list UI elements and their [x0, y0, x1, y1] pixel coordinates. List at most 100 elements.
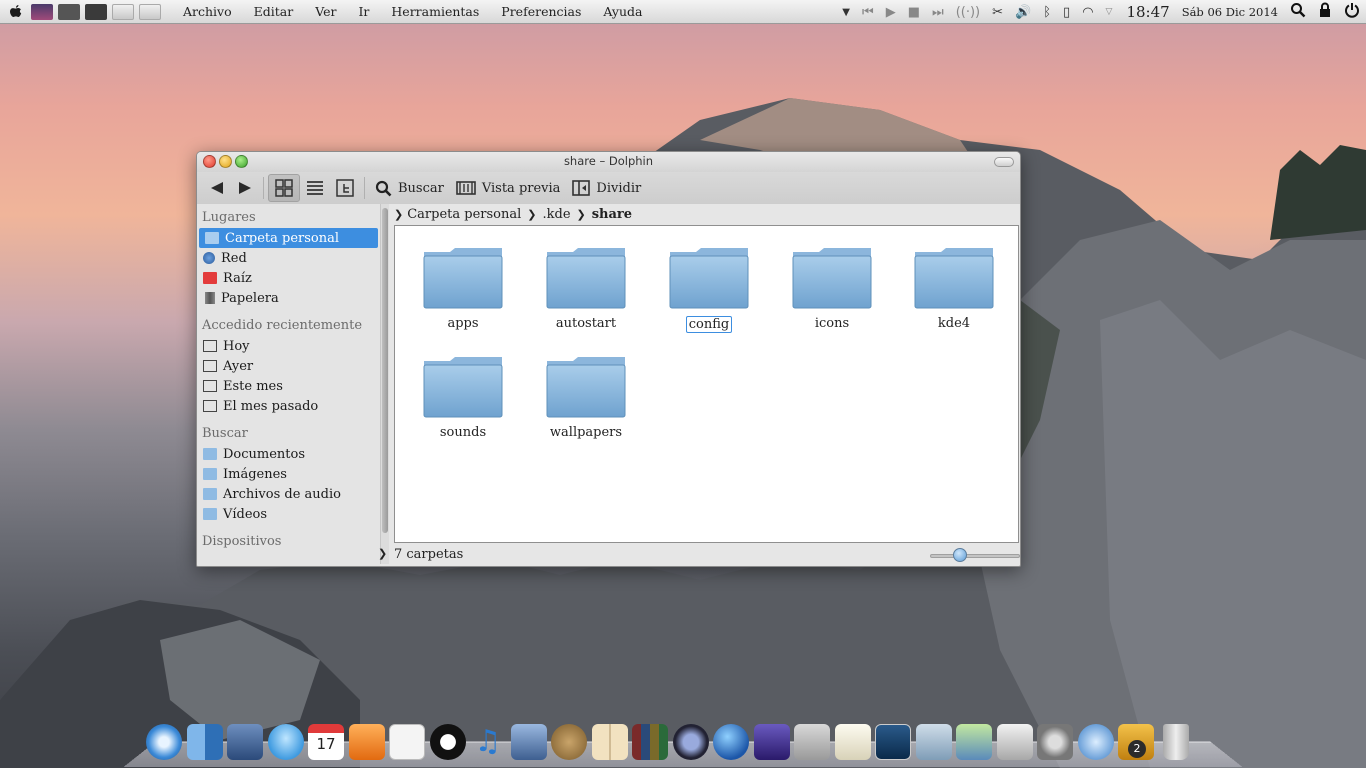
- volume-icon[interactable]: 🔊: [1015, 5, 1031, 20]
- desktop-thumbnail-1-icon[interactable]: [31, 3, 53, 20]
- workspaces-icon[interactable]: 2: [1118, 724, 1154, 760]
- videos-folder-icon: [203, 508, 217, 520]
- sidebar-item-documentos[interactable]: Documentos: [197, 444, 380, 464]
- lock-icon[interactable]: [1318, 2, 1332, 22]
- clock[interactable]: 18:47: [1126, 3, 1169, 21]
- camera-icon[interactable]: [85, 3, 107, 20]
- split-button[interactable]: Dividir: [566, 174, 647, 202]
- wifi-icon[interactable]: ◠: [1082, 5, 1093, 20]
- gimp-icon[interactable]: [551, 724, 587, 760]
- apple-menu-icon[interactable]: [4, 4, 26, 20]
- close-button[interactable]: [203, 155, 216, 168]
- menu-ir[interactable]: Ir: [358, 4, 369, 19]
- sidebar-item-el-mes-pasado[interactable]: El mes pasado: [197, 396, 380, 416]
- sidebar-item-carpeta-personal[interactable]: Carpeta personal: [199, 228, 378, 248]
- next-track-icon[interactable]: ⏭: [932, 5, 944, 20]
- music-icon[interactable]: ♫: [470, 724, 506, 760]
- rss-reader-icon[interactable]: [348, 724, 385, 760]
- maximize-button[interactable]: [235, 155, 248, 168]
- folder-config[interactable]: config: [654, 246, 764, 333]
- downloads-icon[interactable]: [956, 724, 992, 760]
- play-icon[interactable]: ▶: [886, 5, 896, 20]
- text-editor-icon[interactable]: [834, 724, 871, 760]
- power-icon[interactable]: [1344, 2, 1360, 22]
- sidebar-item-raiz[interactable]: Raíz: [197, 268, 380, 288]
- folder-wallpapers[interactable]: wallpapers: [531, 355, 641, 440]
- sidebar-item-red[interactable]: Red: [197, 248, 380, 268]
- minimize-button[interactable]: [219, 155, 232, 168]
- bluetooth-icon[interactable]: ᛒ: [1043, 5, 1051, 20]
- date[interactable]: Sáb 06 Dic 2014: [1182, 5, 1278, 19]
- tray-dropdown-icon[interactable]: ▼: [842, 7, 850, 18]
- menu-preferencias[interactable]: Preferencias: [501, 4, 581, 19]
- folder-icon: [914, 248, 994, 309]
- sidebar-item-este-mes[interactable]: Este mes: [197, 376, 380, 396]
- preview-button[interactable]: Vista previa: [450, 174, 567, 202]
- sidebar-item-imagenes[interactable]: Imágenes: [197, 464, 380, 484]
- sidebar-item-archivos-de-audio[interactable]: Archivos de audio: [197, 484, 380, 504]
- messages-icon[interactable]: [267, 724, 304, 760]
- window-titlebar[interactable]: share – Dolphin: [197, 152, 1020, 172]
- menu-herramientas[interactable]: Herramientas: [391, 4, 479, 19]
- desktop-thumbnail-2-icon[interactable]: [58, 3, 80, 20]
- photo-booth-icon[interactable]: [510, 724, 547, 760]
- scissors-icon[interactable]: ✂: [992, 5, 1003, 20]
- menu-ver[interactable]: Ver: [315, 4, 336, 19]
- zoom-slider[interactable]: [930, 554, 1020, 558]
- library-icon[interactable]: [632, 724, 668, 760]
- broadcast-icon[interactable]: ((·)): [956, 5, 980, 20]
- zoom-slider-handle[interactable]: [953, 548, 967, 562]
- details-view-button[interactable]: [300, 174, 330, 202]
- trash-dock-icon[interactable]: [1162, 724, 1189, 760]
- columns-view-button[interactable]: [330, 174, 360, 202]
- breadcrumb-kde[interactable]: .kde: [542, 207, 570, 222]
- forward-button[interactable]: [231, 174, 259, 202]
- photo-icon[interactable]: [227, 724, 263, 760]
- menu-editar[interactable]: Editar: [254, 4, 294, 19]
- battery-icon[interactable]: ▯: [1063, 5, 1070, 20]
- x11-icon[interactable]: [1077, 724, 1114, 760]
- sidebar-item-ayer[interactable]: Ayer: [197, 356, 380, 376]
- sidebar-scrollbar[interactable]: [380, 204, 389, 564]
- stop-icon[interactable]: ■: [908, 5, 920, 20]
- breadcrumb-carpeta-personal[interactable]: Carpeta personal: [407, 207, 521, 222]
- google-earth-icon[interactable]: [713, 724, 749, 760]
- menu-archivo[interactable]: Archivo: [183, 4, 232, 19]
- back-button[interactable]: [203, 174, 231, 202]
- safari-icon[interactable]: [146, 724, 182, 760]
- activity-monitor-icon[interactable]: [875, 724, 911, 760]
- time-machine-icon[interactable]: [672, 724, 709, 760]
- sidebar-item-papelera[interactable]: Papelera: [197, 288, 380, 308]
- search-icon[interactable]: [1290, 2, 1306, 22]
- launchpad-icon[interactable]: [753, 724, 790, 760]
- tray-expand-icon[interactable]: ▽: [1106, 7, 1113, 17]
- icons-view-button[interactable]: [268, 174, 300, 202]
- calendar-dock-icon[interactable]: 17: [308, 724, 344, 760]
- file-view[interactable]: apps autostart config icons kde4 sounds …: [394, 225, 1019, 543]
- power-dock-icon[interactable]: [429, 724, 466, 760]
- documents-folder-icon: [203, 448, 217, 460]
- chevron-down-icon[interactable]: ❯: [378, 547, 387, 560]
- sidebar-item-videos[interactable]: Vídeos: [197, 504, 380, 524]
- system-preferences-icon[interactable]: [1037, 724, 1073, 760]
- folder-kde4[interactable]: kde4: [899, 246, 1009, 331]
- folder-autostart[interactable]: autostart: [531, 246, 641, 331]
- toolbar-toggle-button[interactable]: [994, 157, 1014, 167]
- finder-icon[interactable]: [186, 724, 223, 760]
- breadcrumb-share[interactable]: share: [592, 207, 632, 222]
- drive-icon[interactable]: [996, 724, 1033, 760]
- desktop-pager-2-icon[interactable]: [139, 3, 161, 20]
- search-button[interactable]: Buscar: [369, 174, 450, 202]
- text-document-icon[interactable]: [389, 724, 425, 760]
- sidebar-scrollbar-thumb[interactable]: [382, 208, 388, 533]
- migration-icon[interactable]: [915, 724, 952, 760]
- menu-ayuda[interactable]: Ayuda: [603, 4, 642, 19]
- folder-apps[interactable]: apps: [408, 246, 518, 331]
- sidebar-item-hoy[interactable]: Hoy: [197, 336, 380, 356]
- desktop-pager-1-icon[interactable]: [112, 3, 134, 20]
- folder-sounds[interactable]: sounds: [408, 355, 518, 440]
- book-icon[interactable]: [591, 724, 628, 760]
- previous-track-icon[interactable]: ⏮: [862, 5, 874, 20]
- folder-icons[interactable]: icons: [777, 246, 887, 331]
- calculator-icon[interactable]: [794, 724, 830, 760]
